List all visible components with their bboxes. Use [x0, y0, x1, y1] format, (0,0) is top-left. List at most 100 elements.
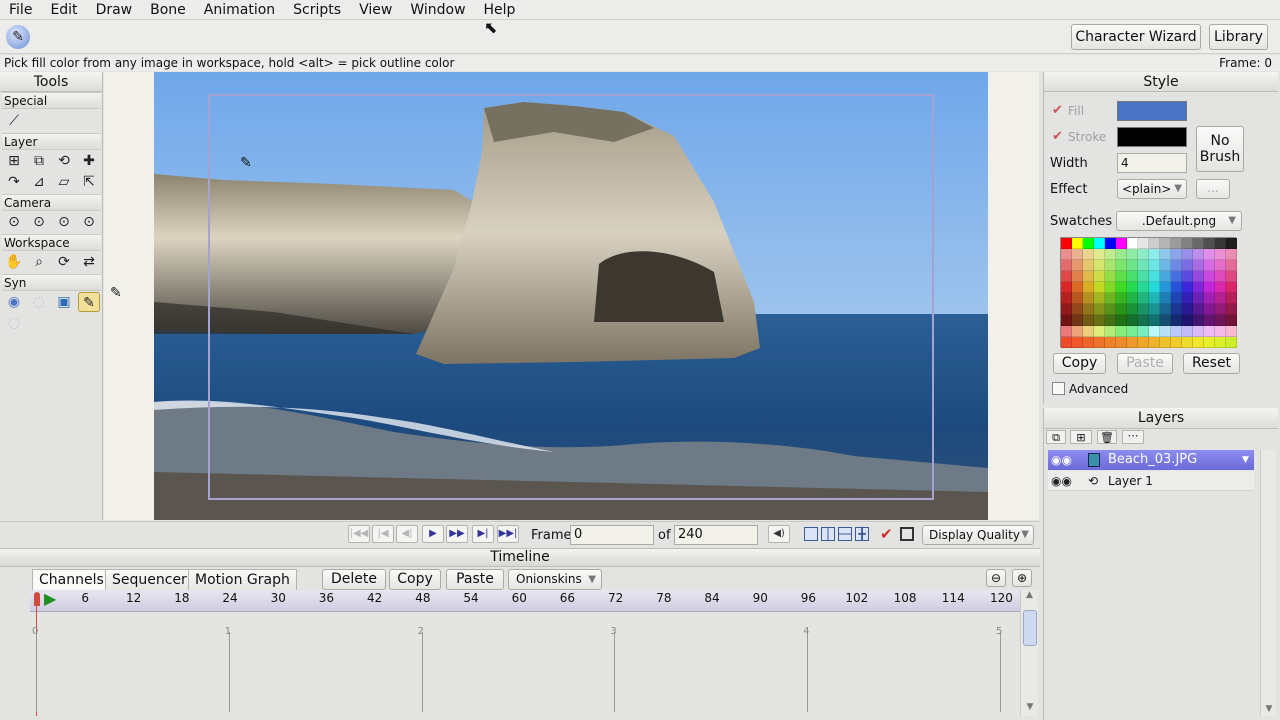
- color-swatch[interactable]: [1116, 249, 1127, 260]
- color-swatch[interactable]: [1105, 293, 1116, 304]
- color-swatch[interactable]: [1149, 326, 1160, 337]
- zoom-camera-icon[interactable]: ⊙: [28, 212, 50, 232]
- color-swatch[interactable]: [1182, 304, 1193, 315]
- color-swatch[interactable]: [1193, 326, 1204, 337]
- color-swatch[interactable]: [1105, 315, 1116, 326]
- color-swatch[interactable]: [1182, 238, 1193, 249]
- color-swatch[interactable]: [1116, 271, 1127, 282]
- color-swatch[interactable]: [1160, 249, 1171, 260]
- color-swatch[interactable]: [1094, 260, 1105, 271]
- tab-sequencer[interactable]: Sequencer: [105, 569, 194, 591]
- scroll-down-arrow-icon[interactable]: ▼: [1021, 702, 1039, 712]
- color-swatch[interactable]: [1138, 326, 1149, 337]
- color-swatch[interactable]: [1105, 337, 1116, 348]
- color-swatch[interactable]: [1226, 293, 1237, 304]
- color-swatch[interactable]: [1116, 315, 1127, 326]
- more-options-icon[interactable]: ⋯: [1122, 430, 1144, 444]
- color-swatch[interactable]: [1171, 337, 1182, 348]
- color-swatch[interactable]: [1149, 304, 1160, 315]
- color-swatch[interactable]: [1072, 315, 1083, 326]
- layout-single-icon[interactable]: [804, 527, 818, 541]
- color-swatch[interactable]: [1083, 326, 1094, 337]
- play-icon[interactable]: ▶: [422, 525, 444, 543]
- color-swatch[interactable]: [1072, 326, 1083, 337]
- color-swatch[interactable]: [1160, 260, 1171, 271]
- color-swatch[interactable]: [1204, 282, 1215, 293]
- color-swatch[interactable]: [1226, 337, 1237, 348]
- color-swatch[interactable]: [1105, 260, 1116, 271]
- color-swatch[interactable]: [1204, 315, 1215, 326]
- color-swatch[interactable]: [1160, 271, 1171, 282]
- color-swatch[interactable]: [1160, 238, 1171, 249]
- visibility-eye-icon[interactable]: ◉◉: [1051, 471, 1072, 491]
- color-swatch[interactable]: [1083, 260, 1094, 271]
- library-button[interactable]: Library: [1209, 24, 1268, 50]
- color-swatch[interactable]: [1127, 337, 1138, 348]
- color-swatch[interactable]: [1083, 293, 1094, 304]
- color-swatch[interactable]: [1215, 337, 1226, 348]
- color-swatch[interactable]: [1182, 260, 1193, 271]
- color-swatch[interactable]: [1116, 260, 1127, 271]
- timeline-track-area[interactable]: [30, 612, 1020, 715]
- set-origin-icon[interactable]: ✚: [78, 151, 100, 171]
- delete-button[interactable]: Delete: [322, 569, 386, 590]
- color-swatch[interactable]: [1127, 326, 1138, 337]
- color-swatch[interactable]: [1226, 282, 1237, 293]
- color-swatch[interactable]: [1138, 304, 1149, 315]
- color-swatch[interactable]: [1138, 271, 1149, 282]
- color-swatch[interactable]: [1204, 337, 1215, 348]
- roll-camera-icon[interactable]: ⊙: [53, 212, 75, 232]
- tab-motion-graph[interactable]: Motion Graph: [188, 569, 297, 591]
- transform-points-icon[interactable]: ⟋: [3, 111, 25, 131]
- color-swatch[interactable]: [1204, 326, 1215, 337]
- scale-layer-icon[interactable]: ⧉: [28, 151, 50, 171]
- color-swatch[interactable]: [1116, 326, 1127, 337]
- pan-tilt-camera-icon[interactable]: ⊙: [78, 212, 100, 232]
- orbit-workspace-icon[interactable]: ⇄: [78, 252, 100, 272]
- color-swatch[interactable]: [1193, 282, 1204, 293]
- color-swatch[interactable]: [1072, 337, 1083, 348]
- layers-vertical-scrollbar[interactable]: ▼: [1260, 450, 1276, 716]
- shear-layer-icon[interactable]: ⊿: [28, 172, 50, 192]
- color-swatch[interactable]: [1193, 315, 1204, 326]
- color-swatch[interactable]: [1061, 337, 1072, 348]
- color-swatch[interactable]: [1226, 238, 1237, 249]
- color-swatch[interactable]: [1171, 315, 1182, 326]
- color-swatch[interactable]: [1226, 249, 1237, 260]
- scroll-up-arrow-icon[interactable]: ▲: [1021, 590, 1038, 600]
- color-swatch[interactable]: [1138, 249, 1149, 260]
- color-swatch[interactable]: [1171, 304, 1182, 315]
- layer-row[interactable]: ◉◉ ⟲ Layer 1: [1048, 471, 1254, 491]
- eyedropper-icon[interactable]: ✎: [78, 292, 100, 312]
- fill-checkbox-icon[interactable]: ✔: [1052, 103, 1063, 118]
- color-swatch[interactable]: [1171, 282, 1182, 293]
- fast-forward-end-icon[interactable]: ▶▶|: [497, 525, 519, 543]
- check-icon[interactable]: ✔: [880, 525, 893, 543]
- width-input[interactable]: 4: [1117, 153, 1187, 173]
- effect-dropdown[interactable]: <plain> ▼: [1117, 179, 1187, 199]
- color-swatch[interactable]: [1204, 271, 1215, 282]
- menu-bone[interactable]: Bone: [141, 0, 195, 20]
- color-swatch[interactable]: [1061, 304, 1072, 315]
- total-frames-input[interactable]: 240: [674, 525, 758, 545]
- color-swatch[interactable]: [1149, 337, 1160, 348]
- color-swatch[interactable]: [1171, 238, 1182, 249]
- step-forward-key-icon[interactable]: ▶|: [472, 525, 494, 543]
- color-swatch[interactable]: [1061, 282, 1072, 293]
- color-swatch[interactable]: [1083, 282, 1094, 293]
- color-swatch[interactable]: [1072, 293, 1083, 304]
- color-swatch[interactable]: [1083, 249, 1094, 260]
- color-swatch[interactable]: [1193, 293, 1204, 304]
- translate-layer-icon[interactable]: ⊞: [3, 151, 25, 171]
- color-swatch[interactable]: [1116, 282, 1127, 293]
- frame-input[interactable]: 0: [570, 525, 654, 545]
- color-swatch[interactable]: [1171, 271, 1182, 282]
- scroll-down-arrow-icon[interactable]: ▼: [1261, 704, 1277, 714]
- color-swatch[interactable]: [1215, 249, 1226, 260]
- color-swatch[interactable]: [1127, 260, 1138, 271]
- color-swatch[interactable]: [1149, 315, 1160, 326]
- color-swatch[interactable]: [1215, 282, 1226, 293]
- color-swatch[interactable]: [1193, 304, 1204, 315]
- color-swatch[interactable]: [1215, 238, 1226, 249]
- color-swatch[interactable]: [1083, 271, 1094, 282]
